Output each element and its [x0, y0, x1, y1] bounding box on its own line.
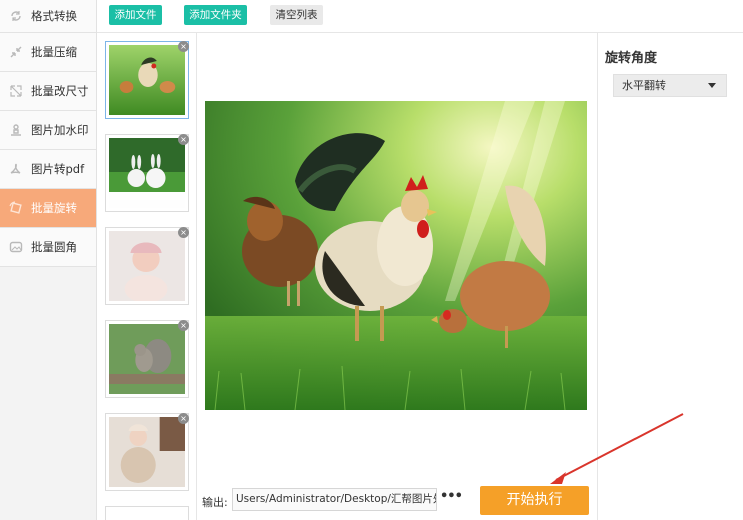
browse-more-button[interactable]: ••• [440, 490, 463, 508]
sidebar-item-label: 图片加水印 [31, 123, 89, 137]
output-label: 输出: [202, 496, 228, 509]
remove-icon[interactable]: × [178, 413, 189, 424]
sidebar-item-label: 图片转pdf [31, 162, 85, 176]
thumbnail-image [109, 231, 185, 301]
sidebar-item-label: 批量圆角 [31, 240, 77, 254]
clear-list-button[interactable]: 清空列表 [270, 5, 323, 25]
thumbnail-image [109, 324, 185, 394]
rotation-select[interactable]: 水平翻转 [613, 74, 727, 97]
thumbnail-partial[interactable] [105, 506, 189, 520]
chevron-down-icon [708, 83, 716, 88]
sidebar-item-label: 批量改尺寸 [31, 84, 89, 98]
output-path-field[interactable]: Users/Administrator/Desktop/汇帮图片处理器 [232, 488, 437, 511]
sidebar-item-compress[interactable]: 批量压缩 [0, 33, 96, 72]
thumbnail-image [109, 138, 185, 208]
rotation-select-value: 水平翻转 [622, 79, 666, 92]
start-button[interactable]: 开始执行 [480, 486, 589, 515]
thumbnail-child[interactable]: × [105, 413, 189, 491]
sidebar-item-resize[interactable]: 批量改尺寸 [0, 72, 96, 111]
remove-icon[interactable]: × [178, 227, 189, 238]
sidebar-item-label: 格式转换 [31, 9, 77, 23]
sidebar: 格式转换 批量压缩 批量改尺寸 图片加水印 图片转pdf 批量旋转 批量圆角 [0, 0, 97, 520]
thumbnail-image [109, 45, 185, 115]
thumbnail-squirrel[interactable]: × [105, 320, 189, 398]
add-folder-button[interactable]: 添加文件夹 [184, 5, 247, 25]
thumbnail-list: × × × × × [97, 33, 197, 520]
toolbar: 添加文件 添加文件夹 清空列表 [97, 0, 743, 33]
image-preview [205, 101, 587, 410]
remove-icon[interactable]: × [178, 41, 189, 52]
resize-icon [9, 84, 23, 98]
format-convert-icon [9, 9, 23, 23]
pdf-icon [9, 162, 23, 176]
sidebar-item-label: 批量旋转 [31, 201, 77, 215]
add-file-button[interactable]: 添加文件 [109, 5, 162, 25]
sidebar-item-rotate[interactable]: 批量旋转 [0, 189, 96, 228]
settings-panel: 旋转角度 水平翻转 [597, 33, 743, 520]
sidebar-item-format-convert[interactable]: 格式转换 [0, 0, 96, 33]
sidebar-item-label: 批量压缩 [31, 45, 77, 59]
thumbnail-rabbits[interactable]: × [105, 134, 189, 212]
rotation-angle-title: 旋转角度 [605, 51, 658, 66]
rotate-icon [9, 201, 23, 215]
sidebar-item-to-pdf[interactable]: 图片转pdf [0, 150, 96, 189]
thumbnail-baby[interactable]: × [105, 227, 189, 305]
sidebar-item-round-corner[interactable]: 批量圆角 [0, 228, 96, 267]
remove-icon[interactable]: × [178, 134, 189, 145]
sidebar-item-watermark[interactable]: 图片加水印 [0, 111, 96, 150]
round-corner-icon [9, 240, 23, 254]
remove-icon[interactable]: × [178, 320, 189, 331]
thumbnail-image [109, 417, 185, 487]
thumbnail-chickens[interactable]: × [105, 41, 189, 119]
watermark-icon [9, 123, 23, 137]
compress-icon [9, 45, 23, 59]
